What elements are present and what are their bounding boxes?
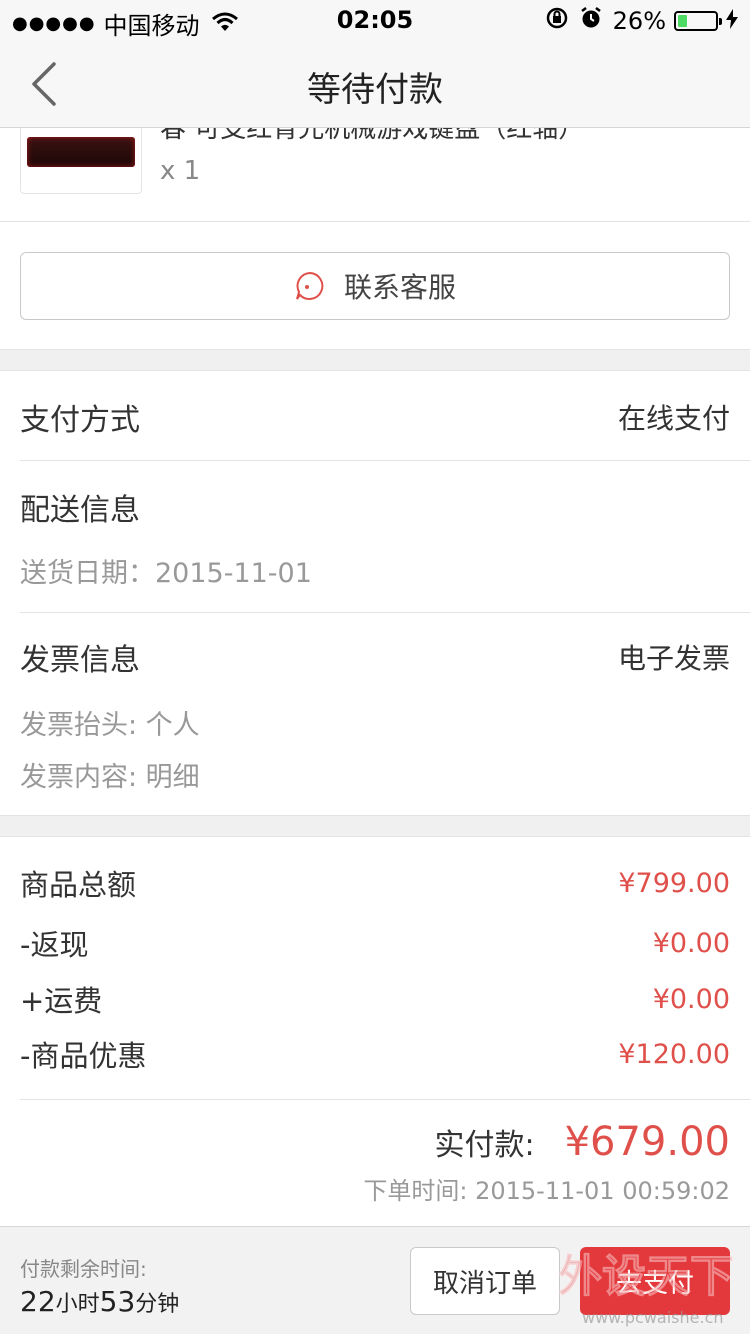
order-info-section: 支付方式 在线支付 配送信息 送货日期：2015-11-01 发票信息 电子发票… (0, 370, 750, 816)
amount-value: ¥799.00 (618, 867, 730, 899)
remaining-time-label: 付款剩余时间: (20, 1257, 147, 1281)
countdown: 22小时53分钟 (20, 1285, 179, 1318)
payment-method-label: 支付方式 (20, 403, 140, 438)
amount-section: 商品总额 ¥799.00 -返现 ¥0.00 +运费 ¥0.00 -商品优惠 ¥… (0, 836, 750, 1226)
nav-bar: 等待付款 (0, 40, 750, 128)
invoice-content: 发票内容: 明细 (20, 762, 200, 793)
total-label: 实付款: (434, 1128, 535, 1163)
invoice-label: 发票信息 (20, 643, 140, 678)
delivery-date: 送货日期：2015-11-01 (20, 558, 312, 589)
battery-percent: 26% (612, 7, 666, 35)
alarm-icon (579, 6, 603, 36)
amount-row: -商品优惠 ¥120.00 (20, 1032, 730, 1076)
amount-value: ¥0.00 (652, 983, 730, 1015)
invoice-row: 发票信息 电子发票 (20, 633, 730, 681)
invoice-value: 电子发票 (617, 642, 730, 675)
contact-service-label: 联系客服 (343, 271, 456, 304)
amount-label: +运费 (20, 984, 103, 1018)
divider (20, 1099, 750, 1100)
minutes-unit: 分钟 (135, 1292, 180, 1317)
cancel-order-button[interactable]: 取消订单 (410, 1247, 560, 1315)
invoice-title: 发票抬头: 个人 (20, 710, 200, 741)
total-row: 实付款: ¥679.00 (434, 1119, 730, 1165)
battery-level (678, 15, 687, 27)
divider (20, 460, 750, 461)
keyboard-image (27, 137, 135, 167)
product-name: 春 可支红背光机械游戏键盘（红轴） (160, 128, 585, 144)
payment-method-value: 在线支付 (617, 402, 730, 435)
service-section: 联系客服 (0, 222, 750, 350)
delivery-label: 配送信息 (20, 493, 140, 528)
amount-row: -返现 ¥0.00 (20, 921, 730, 965)
page-title: 等待付款 (307, 70, 443, 110)
divider (20, 612, 750, 613)
countdown-hours: 22 (20, 1285, 56, 1318)
customer-service-icon (296, 271, 324, 300)
total-amount: ¥679.00 (564, 1119, 730, 1165)
battery-icon (674, 11, 722, 31)
product-item[interactable]: 春 可支红背光机械游戏键盘（红轴） x 1 (0, 128, 750, 222)
bottom-bar: 付款剩余时间: 22小时53分钟 取消订单 去支付 外设天下 www.pcwai… (0, 1226, 750, 1334)
rotation-lock-icon (545, 6, 569, 36)
countdown-minutes: 53 (99, 1285, 136, 1318)
product-quantity: x 1 (160, 156, 201, 186)
status-bar: ●●●●● 中国移动 02:05 26% (0, 0, 750, 40)
hours-unit: 小时 (55, 1292, 100, 1317)
amount-value: ¥0.00 (652, 927, 730, 959)
contact-service-button[interactable]: 联系客服 (20, 252, 730, 320)
amount-row: 商品总额 ¥799.00 (20, 861, 730, 905)
amount-row: +运费 ¥0.00 (20, 977, 730, 1021)
status-right: 26% (545, 6, 738, 36)
delivery-row: 配送信息 (20, 483, 730, 531)
payment-method-row: 支付方式 在线支付 (20, 393, 730, 441)
order-time: 下单时间: 2015-11-01 00:59:02 (363, 1177, 730, 1205)
charging-bolt-icon (726, 8, 738, 34)
amount-label: -商品优惠 (20, 1039, 147, 1073)
amount-label: 商品总额 (20, 868, 137, 902)
product-thumbnail[interactable] (20, 128, 142, 194)
amount-value: ¥120.00 (618, 1038, 730, 1070)
pay-button[interactable]: 去支付 (580, 1247, 730, 1315)
amount-label: -返现 (20, 928, 89, 962)
